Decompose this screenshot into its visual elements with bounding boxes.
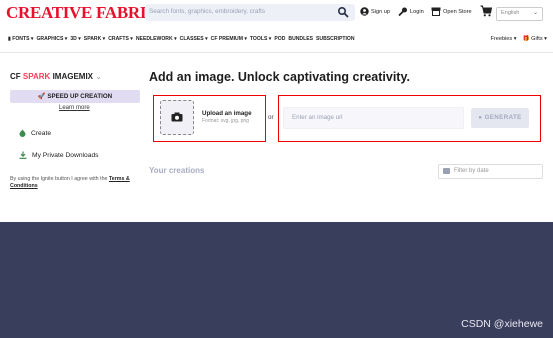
gift-icon: 🎁	[522, 36, 530, 42]
login-label: Login	[410, 8, 424, 15]
user-icon	[360, 7, 369, 16]
download-icon	[19, 151, 27, 159]
freebies-menu[interactable]: Freebies ▾	[490, 36, 516, 42]
nav-item-classes[interactable]: CLASSES ▾	[180, 36, 208, 42]
nav-item-fonts[interactable]: ▮ FONTS ▾	[8, 36, 33, 42]
or-separator: or	[268, 114, 274, 121]
login-link[interactable]: Login	[398, 7, 424, 16]
nav-item-crafts[interactable]: CRAFTS ▾	[108, 36, 133, 42]
sidebar: CF SPARK IMAGEMIX ⌄ 🚀 SPEED UP CREATION …	[0, 52, 140, 222]
sidebar-item-create[interactable]: Create	[19, 129, 51, 137]
upload-image-area[interactable]: Upload an image Format: svg, jpg, png	[153, 95, 266, 142]
url-input-area: Enter an image url ● GENERATE	[278, 95, 541, 142]
filter-by-date[interactable]: Filter by date	[438, 164, 543, 179]
nav-item-3d[interactable]: 3D ▾	[70, 36, 80, 42]
calendar-icon	[443, 168, 450, 174]
nav-item-tools[interactable]: TOOLS ▾	[250, 36, 271, 42]
sign-up-link[interactable]: Sign up	[360, 7, 390, 16]
nav-item-subscription[interactable]: SUBSCRIPTION	[316, 36, 355, 42]
terms-notice: By using the Ignite button I agree with …	[10, 176, 130, 189]
sidebar-item-create-label: Create	[31, 129, 52, 137]
footer: CSDN @xiehewe	[0, 222, 553, 338]
filter-by-date-placeholder: Filter by date	[454, 168, 489, 174]
generate-button[interactable]: ● GENERATE	[471, 108, 529, 128]
open-store-label: Open Store	[443, 8, 472, 15]
learn-more-link[interactable]: Learn more	[59, 105, 90, 111]
login-icon	[398, 7, 407, 16]
nav-item-pod[interactable]: POD	[274, 36, 285, 42]
sidebar-item-downloads[interactable]: My Private Downloads	[19, 151, 99, 159]
spark-imagemix-brand: CF SPARK IMAGEMIX ⌄	[10, 72, 102, 81]
cart-icon[interactable]	[480, 5, 492, 17]
open-store-link[interactable]: Open Store	[431, 7, 472, 16]
search-bar[interactable]: Search fonts, graphics, embroidery, craf…	[145, 4, 355, 21]
sidebar-item-downloads-label: My Private Downloads	[32, 151, 99, 159]
nav-item-cf-premium[interactable]: CF PREMIUM ▾	[211, 36, 247, 42]
upload-dropzone[interactable]	[160, 100, 194, 135]
search-input[interactable]: Search fonts, graphics, embroidery, craf…	[149, 8, 265, 15]
watermark: CSDN @xiehewe	[461, 318, 543, 330]
create-icon: ●	[478, 114, 483, 121]
category-nav: ▮ FONTS ▾ GRAPHICS ▾ 3D ▾ SPARK ▾ CRAFTS…	[0, 27, 553, 53]
top-bar: CREATIVE FABRICA Search fonts, graphics,…	[0, 0, 553, 27]
your-creations-heading: Your creations	[149, 166, 205, 175]
image-url-placeholder: Enter an image url	[292, 114, 343, 121]
gifts-menu[interactable]: 🎁 Gifts ▾	[523, 36, 547, 42]
upload-formats: Format: svg, jpg, png	[202, 118, 249, 124]
language-value: English	[501, 10, 520, 16]
nav-item-needlework[interactable]: NEEDLEWORK ▾	[136, 36, 177, 42]
sign-up-label: Sign up	[371, 8, 390, 15]
speed-up-creation-button[interactable]: 🚀 SPEED UP CREATION	[10, 90, 140, 103]
language-select[interactable]: English ⌄	[496, 7, 543, 21]
store-icon	[431, 7, 441, 16]
nav-item-spark[interactable]: SPARK ▾	[84, 36, 105, 42]
page-title: Add an image. Unlock captivating creativ…	[149, 70, 410, 84]
rocket-icon: 🚀	[37, 93, 46, 100]
nav-item-bundles[interactable]: BUNDLES	[288, 36, 313, 42]
chevron-down-icon: ⌄	[532, 10, 538, 16]
upload-image-title: Upload an image	[202, 110, 252, 117]
nav-item-graphics[interactable]: GRAPHICS ▾	[36, 36, 67, 42]
create-icon	[19, 129, 26, 137]
chevron-down-icon[interactable]: ⌄	[95, 72, 102, 81]
search-icon[interactable]	[337, 6, 349, 18]
camera-icon	[171, 112, 183, 122]
image-url-input[interactable]: Enter an image url	[283, 107, 464, 129]
